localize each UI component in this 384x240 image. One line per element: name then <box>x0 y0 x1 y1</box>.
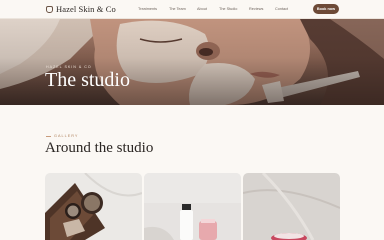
bottles-photo <box>144 173 241 240</box>
gallery-image-1[interactable] <box>45 173 142 240</box>
logo-icon <box>46 5 53 13</box>
top-nav: Hazel Skin & Co Treatments The Team Abou… <box>0 0 384 19</box>
hero-banner: HAZEL SKIN & CO The studio <box>0 19 384 105</box>
gallery-kicker: GALLERY <box>46 134 78 138</box>
nav-link-contact[interactable]: Contact <box>275 7 288 11</box>
nav-link-about[interactable]: About <box>197 7 219 11</box>
logo-text: Hazel Skin & Co <box>56 4 116 14</box>
logo[interactable]: Hazel Skin & Co <box>46 4 116 14</box>
nav-link-team[interactable]: The Team <box>169 7 197 11</box>
gallery-image-3[interactable] <box>243 173 340 240</box>
nav-link-reviews[interactable]: Reviews <box>249 7 275 11</box>
kicker-line <box>46 135 51 137</box>
hero-overlay <box>0 19 384 105</box>
nav-link-treatments[interactable]: Treatments <box>138 7 169 11</box>
gallery-image-2[interactable] <box>144 173 241 240</box>
products-photo <box>45 173 142 240</box>
page-title: The studio <box>45 69 130 91</box>
nav-links: Treatments The Team About The Studio Rev… <box>138 7 288 11</box>
gallery-kicker-text: GALLERY <box>54 134 79 138</box>
marble-photo <box>243 173 340 240</box>
book-now-button[interactable]: Book now <box>313 4 339 14</box>
nav-link-studio[interactable]: The Studio <box>219 7 249 11</box>
gallery-title: Around the studio <box>45 140 154 156</box>
